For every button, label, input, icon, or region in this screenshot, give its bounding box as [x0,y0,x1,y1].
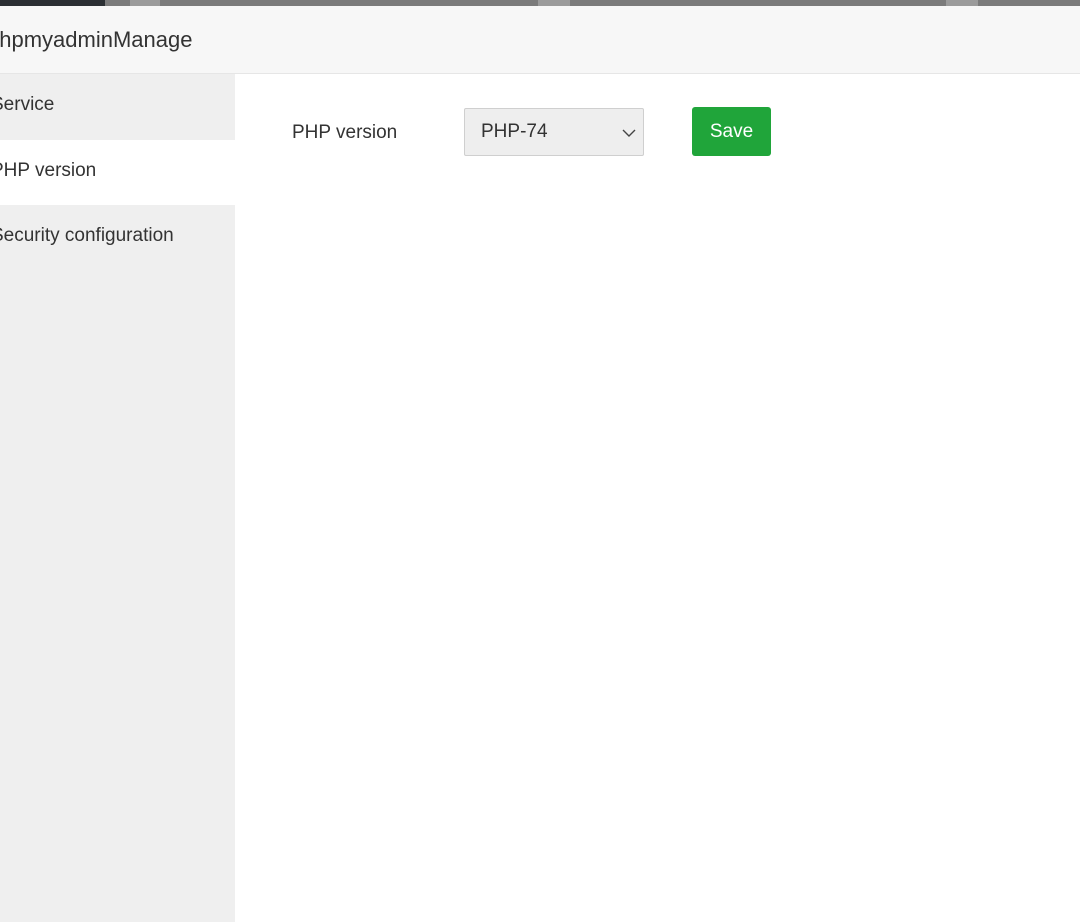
sidebar-item-label: Security configuration [0,225,174,246]
php-version-selected-value: PHP-74 [481,121,548,142]
dialog-title: phpmyadminManage [0,27,193,52]
sidebar-item-service[interactable]: Service [0,74,235,139]
php-version-label: PHP version [292,122,398,143]
chevron-down-icon [622,129,636,137]
sidebar-item-security-configuration[interactable]: Security configuration [0,205,235,270]
sidebar-item-php-version[interactable]: PHP version [0,140,235,205]
dialog-titlebar: phpmyadminManage [0,6,1080,74]
sidebar: Service PHP version Security configurati… [0,74,235,922]
sidebar-item-label: Service [0,94,55,115]
main-content: PHP version PHP-74 Save [235,74,1080,922]
sidebar-item-label: PHP version [0,160,97,181]
save-button[interactable]: Save [692,107,771,156]
php-version-select[interactable]: PHP-74 [464,108,644,156]
